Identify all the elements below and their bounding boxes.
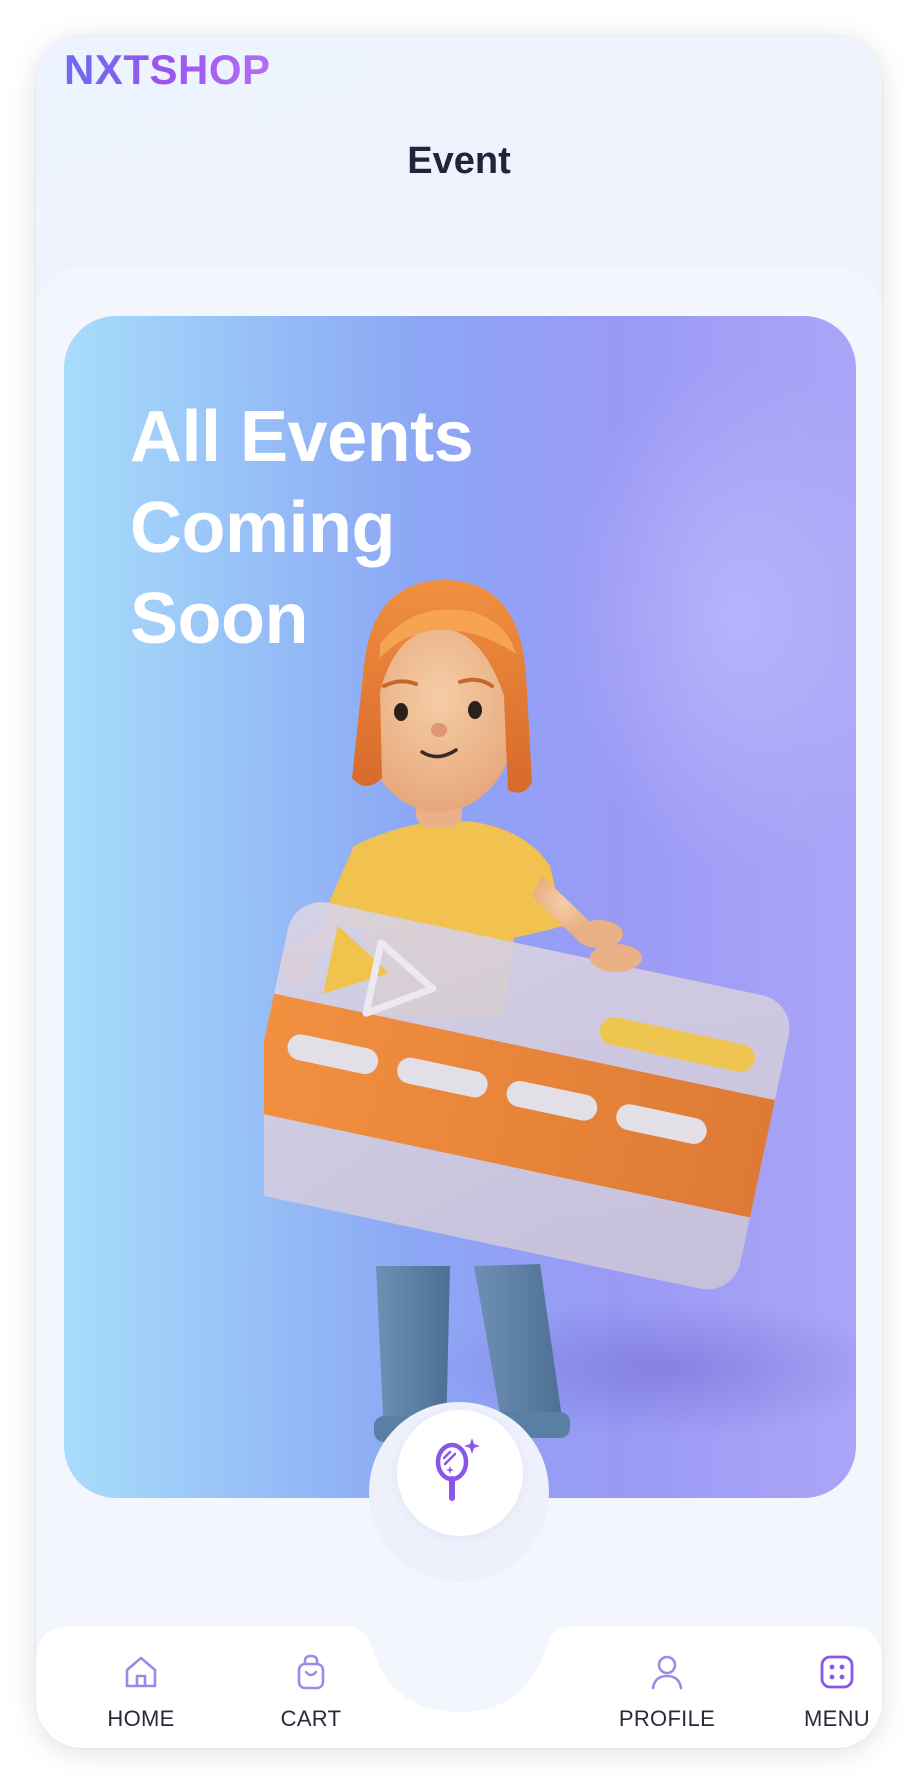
magic-mirror-button[interactable] (397, 1410, 523, 1536)
nav-item-menu[interactable]: MENU (772, 1652, 882, 1732)
shopping-bag-icon (297, 1654, 325, 1690)
page-title: Event (407, 140, 511, 182)
app-logo[interactable]: NXTSHOP (64, 46, 271, 94)
bottom-navigation: HOME CART PROFILE MENU (36, 1626, 882, 1748)
nav-item-profile[interactable]: PROFILE (602, 1652, 732, 1732)
nav-label-home: HOME (107, 1706, 175, 1731)
event-banner[interactable]: All Events Coming Soon (64, 316, 856, 1498)
nav-label-cart: CART (280, 1706, 342, 1731)
user-icon (651, 1655, 683, 1690)
girl-holding-credit-card-illustration (264, 579, 790, 1442)
headline-line-1: All Events (130, 397, 474, 477)
home-icon (125, 1656, 157, 1688)
app-screen: NXTSHOP Event All Events Coming Soon HOM… (36, 36, 882, 1748)
menu-grid-icon (820, 1655, 854, 1689)
nav-label-menu: MENU (804, 1706, 870, 1731)
nav-item-cart[interactable]: CART (246, 1652, 376, 1732)
magic-mirror-sparkle-icon (435, 1438, 480, 1501)
nav-item-home[interactable]: HOME (76, 1652, 206, 1732)
nav-label-profile: PROFILE (618, 1706, 716, 1731)
